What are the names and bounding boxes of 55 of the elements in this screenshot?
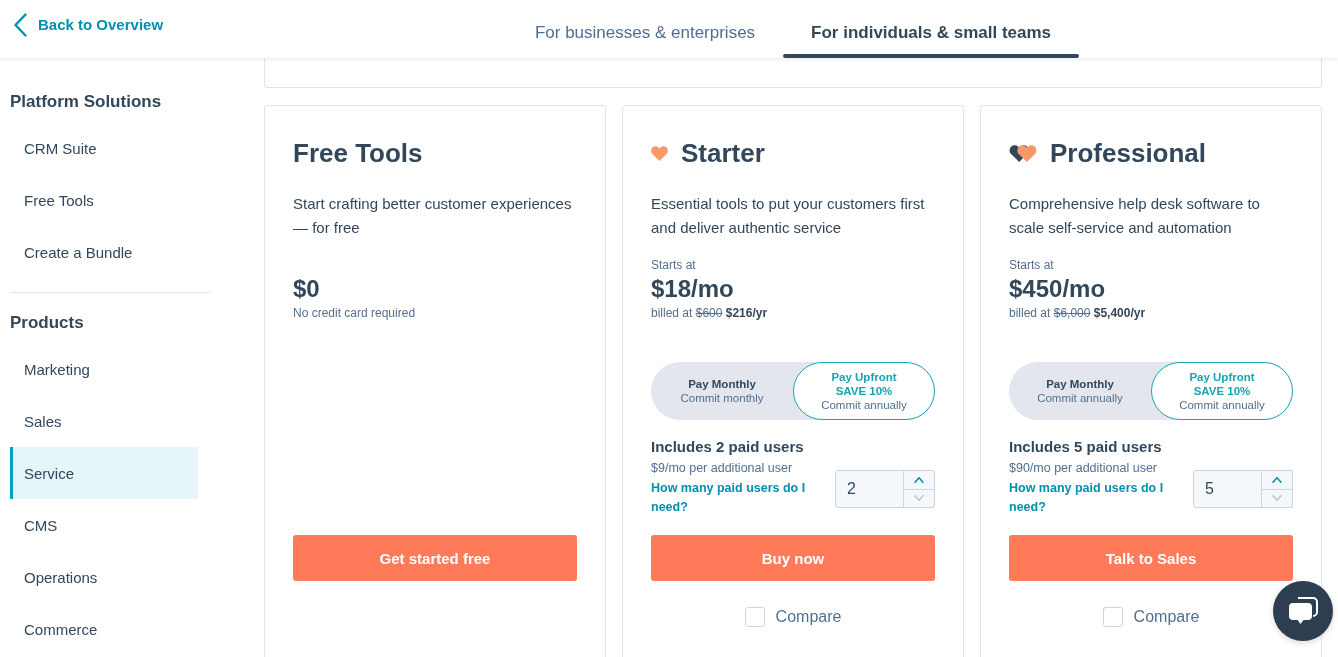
billing-option[interactable]: Pay Monthly Commit monthly <box>651 362 793 420</box>
heart-icon <box>651 145 668 161</box>
user-count-field[interactable]: 2 <box>835 470 904 508</box>
compare-label[interactable]: Compare <box>775 607 842 627</box>
tab[interactable]: For businesses & enterprises <box>506 0 784 58</box>
user-count-field[interactable]: 5 <box>1193 470 1262 508</box>
increment-button[interactable] <box>904 470 935 490</box>
chat-button[interactable] <box>1273 581 1333 641</box>
tab[interactable]: For individuals & small teams <box>783 0 1080 58</box>
price-note: No credit card required <box>293 305 416 321</box>
plan-title: Starter <box>681 137 765 169</box>
users-included: Includes 5 paid users <box>1009 437 1162 457</box>
price-caption: Starts at <box>651 257 696 273</box>
chevron-down-icon <box>914 495 924 502</box>
price-note: billed at $6,000 $5,400/yr <box>1009 305 1146 321</box>
chevron-left-icon <box>14 13 27 37</box>
sidebar-item[interactable]: Commerce <box>10 603 198 655</box>
chevron-down-icon <box>1272 495 1282 502</box>
plan-price: $18/mo <box>651 276 734 302</box>
billing-option[interactable]: Pay Monthly Commit annually <box>1009 362 1151 420</box>
increment-button[interactable] <box>1262 470 1293 490</box>
sidebar-item[interactable]: Marketing <box>10 343 198 395</box>
sidebar-item[interactable]: Service <box>10 447 198 499</box>
price-caption: Starts at <box>1009 257 1054 273</box>
section-heading: Platform Solutions <box>10 91 162 113</box>
extra-user-price: $9/mo per additional user <box>651 460 793 476</box>
users-included: Includes 2 paid users <box>651 437 804 457</box>
plan-title: Professional <box>1050 137 1207 169</box>
back-link[interactable]: Back to Overview <box>14 13 164 37</box>
compare-label[interactable]: Compare <box>1133 607 1200 627</box>
help-link[interactable]: How many paid users do I need? <box>651 479 817 517</box>
double-heart-icon <box>1009 144 1037 162</box>
extra-user-price: $90/mo per additional user <box>1009 460 1157 476</box>
price-note: billed at $600 $216/yr <box>651 305 768 321</box>
chevron-up-icon <box>1272 476 1282 483</box>
compare-checkbox[interactable] <box>1102 607 1123 627</box>
plan-description: Start crafting better customer experiences — for free <box>293 194 573 238</box>
sidebar-item[interactable]: Create a Bundle <box>10 226 198 278</box>
chevron-up-icon <box>914 476 924 483</box>
plan-description: Comprehensive help desk software to scale self-service and automation <box>1009 194 1261 238</box>
plan-price: $0 <box>293 276 320 302</box>
sidebar-item[interactable]: Free Tools <box>10 174 198 226</box>
section-heading: Products <box>10 312 84 334</box>
plan-price: $450/mo <box>1009 276 1106 302</box>
chat-icon <box>1288 597 1318 625</box>
plan-description: Essential tools to put your customers first and deliver authentic service <box>651 194 926 238</box>
billing-option[interactable]: Pay Upfront SAVE 10% Commit annually <box>793 362 935 420</box>
compare-checkbox[interactable] <box>744 607 765 627</box>
help-link[interactable]: How many paid users do I need? <box>1009 479 1175 517</box>
plan-title: Free Tools <box>293 137 423 169</box>
sidebar-item[interactable]: Operations <box>10 551 198 603</box>
sidebar-item[interactable]: CRM Suite <box>10 122 198 174</box>
sidebar-item[interactable]: Sales <box>10 395 198 447</box>
billing-option[interactable]: Pay Upfront SAVE 10% Commit annually <box>1151 362 1293 420</box>
sidebar-item[interactable]: CMS <box>10 499 198 551</box>
